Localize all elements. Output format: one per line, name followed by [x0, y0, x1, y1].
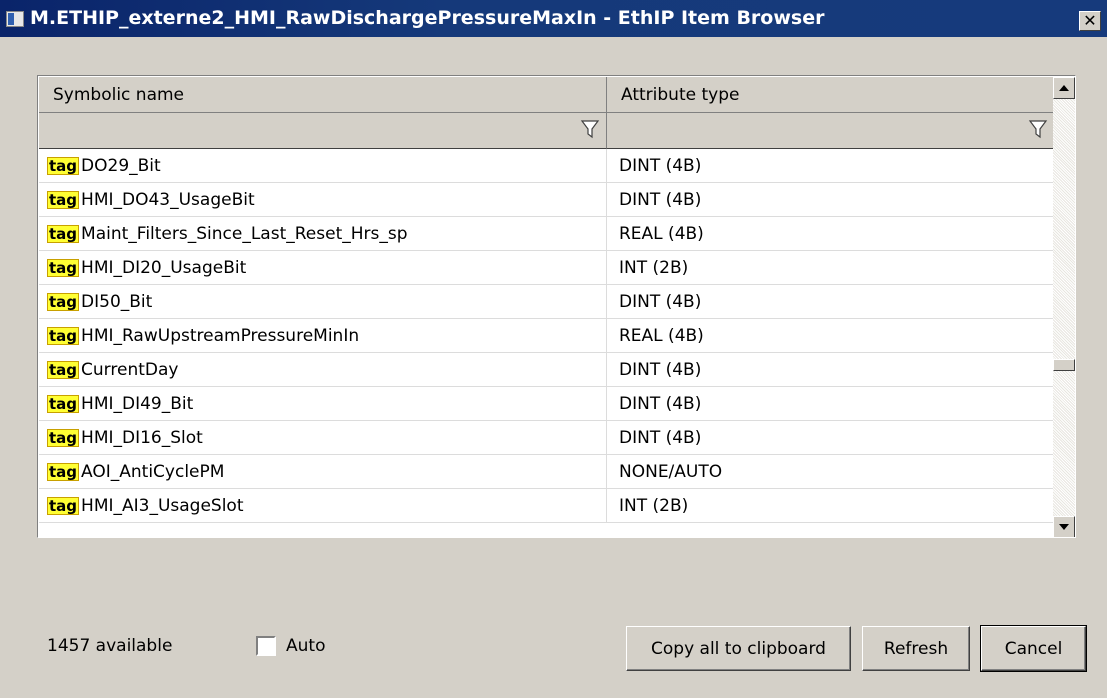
cancel-button[interactable]: Cancel	[980, 625, 1087, 672]
symbolic-name-cell[interactable]: tag DI50_Bit	[39, 285, 607, 319]
attribute-type-cell[interactable]: DINT (4B)	[607, 387, 1055, 421]
table-row[interactable]: tag HMI_DO43_UsageBit DINT (4B)	[39, 183, 1055, 217]
symbolic-name-cell[interactable]: tag HMI_DI20_UsageBit	[39, 251, 607, 285]
auto-label: Auto	[286, 636, 326, 656]
tag-icon: tag	[47, 191, 80, 209]
title-bar: M.ETHIP_externe2_HMI_RawDischargePressur…	[0, 0, 1107, 37]
window-title: M.ETHIP_externe2_HMI_RawDischargePressur…	[30, 7, 825, 29]
symbolic-name: Maint_Filters_Since_Last_Reset_Hrs_sp	[81, 224, 408, 244]
close-button[interactable]: ✕	[1079, 11, 1101, 31]
table-row[interactable]: tag HMI_DI20_UsageBit INT (2B)	[39, 251, 1055, 285]
tag-icon: tag	[47, 327, 80, 345]
attribute-type-cell[interactable]: DINT (4B)	[607, 353, 1055, 387]
table-row[interactable]: tag HMI_DI16_Slot DINT (4B)	[39, 421, 1055, 455]
symbolic-name: DO29_Bit	[81, 156, 161, 176]
arrow-up-icon	[1059, 85, 1069, 91]
attribute-type-cell[interactable]: DINT (4B)	[607, 149, 1055, 183]
tag-icon: tag	[47, 463, 80, 481]
close-icon: ✕	[1083, 11, 1097, 30]
tag-icon: tag	[47, 497, 80, 515]
symbolic-name-cell[interactable]: tag HMI_DI49_Bit	[39, 387, 607, 421]
table-row[interactable]: tag AOI_AntiCyclePM NONE/AUTO	[39, 455, 1055, 489]
attribute-type-cell[interactable]: DINT (4B)	[607, 183, 1055, 217]
symbolic-name-cell[interactable]: tag HMI_AI3_UsageSlot	[39, 489, 607, 523]
vertical-scrollbar[interactable]	[1053, 77, 1075, 537]
symbolic-name-cell[interactable]: tag CurrentDay	[39, 353, 607, 387]
arrow-down-icon	[1059, 524, 1069, 530]
filter-icon[interactable]	[580, 118, 600, 140]
tag-icon: tag	[47, 395, 80, 413]
attribute-type-cell[interactable]: INT (2B)	[607, 251, 1055, 285]
table-row[interactable]: tag HMI_AI3_UsageSlot INT (2B)	[39, 489, 1055, 523]
tag-icon: tag	[47, 429, 80, 447]
table-row[interactable]: tag HMI_RawUpstreamPressureMinIn REAL (4B)	[39, 319, 1055, 353]
scroll-thumb[interactable]	[1053, 359, 1075, 371]
refresh-button[interactable]: Refresh	[862, 626, 970, 671]
table-row[interactable]: tag DO29_Bit DINT (4B)	[39, 149, 1055, 183]
available-count: 1457 available	[47, 636, 173, 656]
scroll-down-button[interactable]	[1053, 516, 1075, 537]
filter-attribute-type[interactable]	[607, 113, 1055, 149]
tag-icon: tag	[47, 293, 80, 311]
table-row[interactable]: tag CurrentDay DINT (4B)	[39, 353, 1055, 387]
column-header-attribute-type[interactable]: Attribute type	[607, 77, 1055, 113]
symbolic-name-cell[interactable]: tag AOI_AntiCyclePM	[39, 455, 607, 489]
symbolic-name: HMI_DI49_Bit	[81, 394, 194, 414]
symbolic-name-cell[interactable]: tag HMI_DO43_UsageBit	[39, 183, 607, 217]
tag-icon: tag	[47, 157, 80, 175]
symbolic-name: AOI_AntiCyclePM	[81, 462, 225, 482]
attribute-type-cell[interactable]: DINT (4B)	[607, 285, 1055, 319]
symbolic-name: HMI_AI3_UsageSlot	[81, 496, 244, 516]
auto-option[interactable]: Auto	[256, 636, 325, 656]
tag-icon: tag	[47, 361, 80, 379]
tag-icon: tag	[47, 225, 80, 243]
symbolic-name: DI50_Bit	[81, 292, 153, 312]
attribute-type-cell[interactable]: NONE/AUTO	[607, 455, 1055, 489]
symbolic-name-cell[interactable]: tag HMI_DI16_Slot	[39, 421, 607, 455]
symbolic-name-cell[interactable]: tag DO29_Bit	[39, 149, 607, 183]
attribute-type-cell[interactable]: DINT (4B)	[607, 421, 1055, 455]
symbolic-name: HMI_DI20_UsageBit	[81, 258, 247, 278]
tag-icon: tag	[47, 259, 80, 277]
column-header-symbolic-name[interactable]: Symbolic name	[39, 77, 607, 113]
table-row[interactable]: tag Maint_Filters_Since_Last_Reset_Hrs_sp…	[39, 217, 1055, 251]
filter-symbolic-name[interactable]	[39, 113, 607, 149]
symbolic-name-cell[interactable]: tag HMI_RawUpstreamPressureMinIn	[39, 319, 607, 353]
grid-rows: tag DO29_Bit DINT (4B) tag HMI_DO43_UsageBit…	[39, 149, 1055, 523]
app-icon	[6, 11, 24, 27]
table-row[interactable]: tag DI50_Bit DINT (4B)	[39, 285, 1055, 319]
symbolic-name: HMI_DI16_Slot	[81, 428, 203, 448]
item-grid: Symbolic name Attribute type tag DO29_Bit…	[37, 75, 1076, 538]
filter-icon[interactable]	[1028, 118, 1048, 140]
table-row[interactable]: tag HMI_DI49_Bit DINT (4B)	[39, 387, 1055, 421]
copy-all-button[interactable]: Copy all to clipboard	[626, 626, 851, 671]
symbolic-name: HMI_DO43_UsageBit	[81, 190, 255, 210]
symbolic-name-cell[interactable]: tag Maint_Filters_Since_Last_Reset_Hrs_sp	[39, 217, 607, 251]
symbolic-name: HMI_RawUpstreamPressureMinIn	[81, 326, 360, 346]
attribute-type-cell[interactable]: INT (2B)	[607, 489, 1055, 523]
symbolic-name: CurrentDay	[81, 360, 179, 380]
attribute-type-cell[interactable]: REAL (4B)	[607, 217, 1055, 251]
attribute-type-cell[interactable]: REAL (4B)	[607, 319, 1055, 353]
scroll-up-button[interactable]	[1053, 77, 1075, 99]
auto-checkbox[interactable]	[256, 636, 276, 656]
